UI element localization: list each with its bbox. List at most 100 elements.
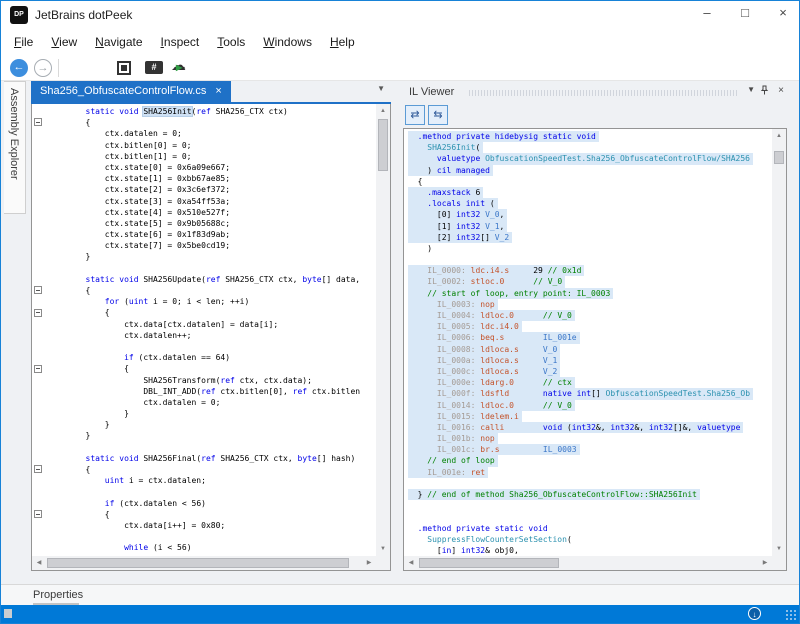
fold-marker-icon[interactable]: [34, 365, 42, 373]
code-line: ctx.state[7] = 0x5be0cd19;: [47, 240, 376, 251]
code-line: while (i < 56): [47, 542, 376, 553]
code-line: }: [47, 419, 376, 430]
code-line: [47, 263, 376, 274]
fold-marker-icon[interactable]: [34, 510, 42, 518]
code-line: IL_0005: ldc.i4.0: [408, 321, 772, 332]
scroll-right-icon[interactable]: ▶: [758, 556, 772, 570]
code-line: {: [47, 509, 376, 520]
pin-icon[interactable]: [760, 85, 769, 98]
code-line: if (ctx.datalen < 56): [47, 498, 376, 509]
code-line: IL_0015: ldelem.i: [408, 411, 772, 422]
fold-marker-icon[interactable]: [34, 286, 42, 294]
menu-inspect[interactable]: Inspect: [152, 31, 209, 53]
code-line: IL_0008: ldloca.s V_0: [408, 344, 772, 355]
scrollbar-thumb[interactable]: [47, 558, 349, 568]
code-line: static void SHA256Update(ref SHA256_CTX …: [47, 274, 376, 285]
fold-marker-icon[interactable]: [34, 465, 42, 473]
editor-tab-bar: Sha256_ObfuscateControlFlow.cs× ▼: [31, 81, 391, 102]
menu-bar: File View Navigate Inspect Tools Windows…: [1, 29, 799, 55]
il-viewer-pane: IL Viewer ▼ × ⇄ ⇆ .method private hideby…: [401, 81, 791, 571]
code-line: SuppressFlowCounterSetSection(: [408, 534, 772, 545]
minimize-button[interactable]: –: [699, 5, 715, 20]
menu-view[interactable]: View: [42, 31, 86, 53]
tab-close-icon[interactable]: ×: [215, 85, 221, 97]
track-caret-toggle[interactable]: ⇆: [428, 105, 448, 125]
main-toolbar: ← → # ☁▶: [1, 55, 799, 81]
panel-dropdown-icon[interactable]: ▼: [747, 85, 755, 94]
properties-panel: Properties: [1, 584, 799, 607]
scrollbar-thumb[interactable]: [378, 119, 388, 171]
fold-marker-icon[interactable]: [34, 118, 42, 126]
resize-grip[interactable]: [785, 609, 797, 621]
vertical-scrollbar[interactable]: ▲ ▼: [376, 104, 390, 556]
panel-close-icon[interactable]: ×: [778, 85, 784, 96]
close-button[interactable]: ×: [775, 5, 791, 20]
scroll-up-icon[interactable]: ▲: [772, 129, 786, 143]
csharp-code[interactable]: static void SHA256Init(ref SHA256_CTX ct…: [45, 104, 376, 556]
code-line: {: [47, 363, 376, 374]
scrollbar-corner: [772, 556, 786, 570]
code-line: IL_001c: br.s IL_0003: [408, 444, 772, 455]
il-viewer-header[interactable]: IL Viewer ▼ ×: [401, 81, 791, 104]
scroll-up-icon[interactable]: ▲: [376, 104, 390, 118]
code-line: [1] int32 V_1,: [408, 221, 772, 232]
sync-with-editor-toggle[interactable]: ⇄: [405, 105, 425, 125]
tab-list-dropdown-icon[interactable]: ▼: [377, 84, 385, 93]
code-line: [408, 478, 772, 489]
code-line: .method private hidebysig static void: [408, 131, 772, 142]
title-bar: DP JetBrains dotPeek – □ ×: [1, 1, 799, 29]
scrollbar-thumb[interactable]: [419, 558, 559, 568]
scroll-down-icon[interactable]: ▼: [772, 542, 786, 556]
code-line: IL_0016: calli void (int32&, int32&, int…: [408, 422, 772, 433]
code-line: IL_000f: ldsfld native int[] Obfuscation…: [408, 388, 772, 399]
scroll-down-icon[interactable]: ▼: [376, 542, 390, 556]
code-line: // end of loop: [408, 455, 772, 466]
folding-gutter[interactable]: [32, 104, 45, 556]
vertical-scrollbar[interactable]: ▲ ▼: [772, 129, 786, 556]
il-code[interactable]: .method private hidebysig static void SH…: [404, 129, 772, 556]
code-line: SHA256Init(: [408, 142, 772, 153]
code-line: [47, 341, 376, 352]
menu-tools[interactable]: Tools: [208, 31, 254, 53]
back-button[interactable]: ←: [10, 59, 28, 77]
horizontal-scrollbar[interactable]: ◀ ▶: [32, 556, 376, 570]
assembly-explorer-label: Assembly Explorer: [8, 88, 20, 180]
code-line: valuetype ObfuscationSpeedTest.Sha256_Ob…: [408, 153, 772, 164]
cloud-sync-icon[interactable]: ☁▶: [171, 56, 186, 74]
menu-navigate[interactable]: Navigate: [86, 31, 151, 53]
code-line: ctx.state[1] = 0xbb67ae85;: [47, 173, 376, 184]
code-line: ctx.state[5] = 0x9b05688c;: [47, 218, 376, 229]
code-line: SHA256Transform(ref ctx, ctx.data);: [47, 375, 376, 386]
maximize-button[interactable]: □: [737, 5, 753, 20]
properties-label[interactable]: Properties: [33, 589, 83, 601]
code-line: .locals init (: [408, 198, 772, 209]
background-tasks-icon[interactable]: ↓: [748, 607, 761, 620]
forward-button[interactable]: →: [34, 59, 52, 77]
tab-sha256-obfuscatecontrolflow[interactable]: Sha256_ObfuscateControlFlow.cs×: [31, 81, 231, 102]
csharp-editor[interactable]: static void SHA256Init(ref SHA256_CTX ct…: [31, 104, 391, 571]
scrollbar-thumb[interactable]: [774, 151, 784, 164]
scroll-right-icon[interactable]: ▶: [362, 556, 376, 570]
panel-grip-texture: [469, 90, 739, 96]
code-line: .method private static void: [408, 523, 772, 534]
code-line: {: [408, 176, 772, 187]
app-logo-icon: DP: [10, 6, 28, 24]
horizontal-scrollbar[interactable]: ◀ ▶: [404, 556, 772, 570]
il-editor[interactable]: .method private hidebysig static void SH…: [403, 128, 787, 571]
menu-file[interactable]: File: [5, 31, 42, 53]
code-line: } // end of method Sha256_ObfuscateContr…: [408, 489, 772, 500]
window-title: JetBrains dotPeek: [35, 8, 132, 22]
menu-help[interactable]: Help: [321, 31, 364, 53]
scroll-left-icon[interactable]: ◀: [32, 556, 46, 570]
code-line: [47, 531, 376, 542]
sidebar-tab-assembly-explorer[interactable]: Assembly Explorer: [4, 81, 26, 214]
fold-marker-icon[interactable]: [34, 309, 42, 317]
process-explorer-icon[interactable]: [117, 61, 131, 75]
scroll-left-icon[interactable]: ◀: [404, 556, 418, 570]
menu-windows[interactable]: Windows: [254, 31, 321, 53]
left-tool-strip: Assembly Explorer: [1, 81, 29, 582]
code-line: for (uint i = 0; i < len; ++i): [47, 296, 376, 307]
attach-to-process-icon[interactable]: #: [145, 61, 163, 74]
toolbar-separator: [58, 59, 59, 77]
code-line: [2] int32[] V_2: [408, 232, 772, 243]
